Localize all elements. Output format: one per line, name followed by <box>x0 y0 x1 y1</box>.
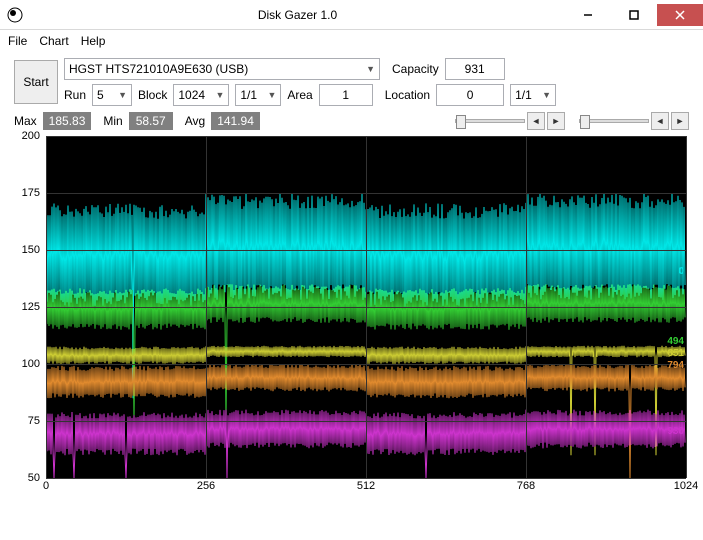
series-label-794: 794 <box>667 360 684 371</box>
slider-2[interactable]: ◄ ► <box>579 112 689 130</box>
chevron-down-icon: ▼ <box>114 90 127 100</box>
avg-label: Avg <box>185 114 205 128</box>
x-tick-label: 0 <box>43 480 49 492</box>
location-label: Location <box>385 88 430 102</box>
min-label: Min <box>103 114 122 128</box>
chevron-down-icon: ▼ <box>538 90 551 100</box>
menu-bar: File Chart Help <box>0 30 703 52</box>
series-label-651: 651 <box>667 348 684 359</box>
y-tick-label: 50 <box>28 472 40 484</box>
min-value: 58.57 <box>129 112 173 130</box>
x-axis: 02565127681024 <box>46 480 686 496</box>
chevron-down-icon: ▼ <box>211 90 224 100</box>
run-select[interactable]: 5▼ <box>92 84 132 106</box>
minimize-button[interactable] <box>565 4 611 26</box>
chevron-down-icon: ▼ <box>263 90 276 100</box>
menu-file[interactable]: File <box>8 34 27 48</box>
avg-value: 141.94 <box>211 112 260 130</box>
location-input[interactable]: 0 <box>436 84 504 106</box>
area-input[interactable]: 1 <box>319 84 373 106</box>
drive-select[interactable]: HGST HTS721010A9E630 (USB) ▼ <box>64 58 380 80</box>
run-label: Run <box>64 88 86 102</box>
start-button[interactable]: Start <box>14 60 58 104</box>
close-button[interactable] <box>657 4 703 26</box>
drive-select-value: HGST HTS721010A9E630 (USB) <box>69 62 362 76</box>
x-tick-label: 768 <box>517 480 535 492</box>
chart-area: 5075100125150175200 0494651794930 025651… <box>14 136 689 498</box>
chevron-down-icon: ▼ <box>362 64 375 74</box>
series-label-930: 930 <box>667 426 684 437</box>
y-tick-label: 150 <box>22 244 40 256</box>
maximize-button[interactable] <box>611 4 657 26</box>
slider-1-left-button[interactable]: ◄ <box>527 112 545 130</box>
max-value: 185.83 <box>43 112 92 130</box>
window-title: Disk Gazer 1.0 <box>30 8 565 22</box>
slider-1-right-button[interactable]: ► <box>547 112 565 130</box>
y-tick-label: 75 <box>28 415 40 427</box>
x-tick-label: 1024 <box>674 480 698 492</box>
area-label: Area <box>287 88 312 102</box>
y-tick-label: 175 <box>22 187 40 199</box>
block-select[interactable]: 1024▼ <box>173 84 229 106</box>
slider-2-left-button[interactable]: ◄ <box>651 112 669 130</box>
menu-help[interactable]: Help <box>81 34 106 48</box>
series-label-494: 494 <box>667 336 684 347</box>
capacity-value: 931 <box>445 58 505 80</box>
location-ratio-select[interactable]: 1/1▼ <box>510 84 556 106</box>
y-tick-label: 200 <box>22 130 40 142</box>
block-label: Block <box>138 88 167 102</box>
y-tick-label: 100 <box>22 358 40 370</box>
title-bar: Disk Gazer 1.0 <box>0 0 703 30</box>
y-axis: 5075100125150175200 <box>14 136 44 478</box>
series-label-0: 0 <box>678 266 684 277</box>
start-button-label: Start <box>23 75 48 89</box>
max-label: Max <box>14 114 37 128</box>
app-icon <box>0 7 30 23</box>
slider-1[interactable]: ◄ ► <box>455 112 565 130</box>
slider-2-right-button[interactable]: ► <box>671 112 689 130</box>
menu-chart[interactable]: Chart <box>39 34 68 48</box>
x-tick-label: 256 <box>197 480 215 492</box>
capacity-label: Capacity <box>392 62 439 76</box>
y-tick-label: 125 <box>22 301 40 313</box>
plot-area: 0 494651794 930 <box>46 136 686 478</box>
block-ratio-select[interactable]: 1/1▼ <box>235 84 281 106</box>
controls-panel: Start HGST HTS721010A9E630 (USB) ▼ Capac… <box>0 52 703 136</box>
x-tick-label: 512 <box>357 480 375 492</box>
